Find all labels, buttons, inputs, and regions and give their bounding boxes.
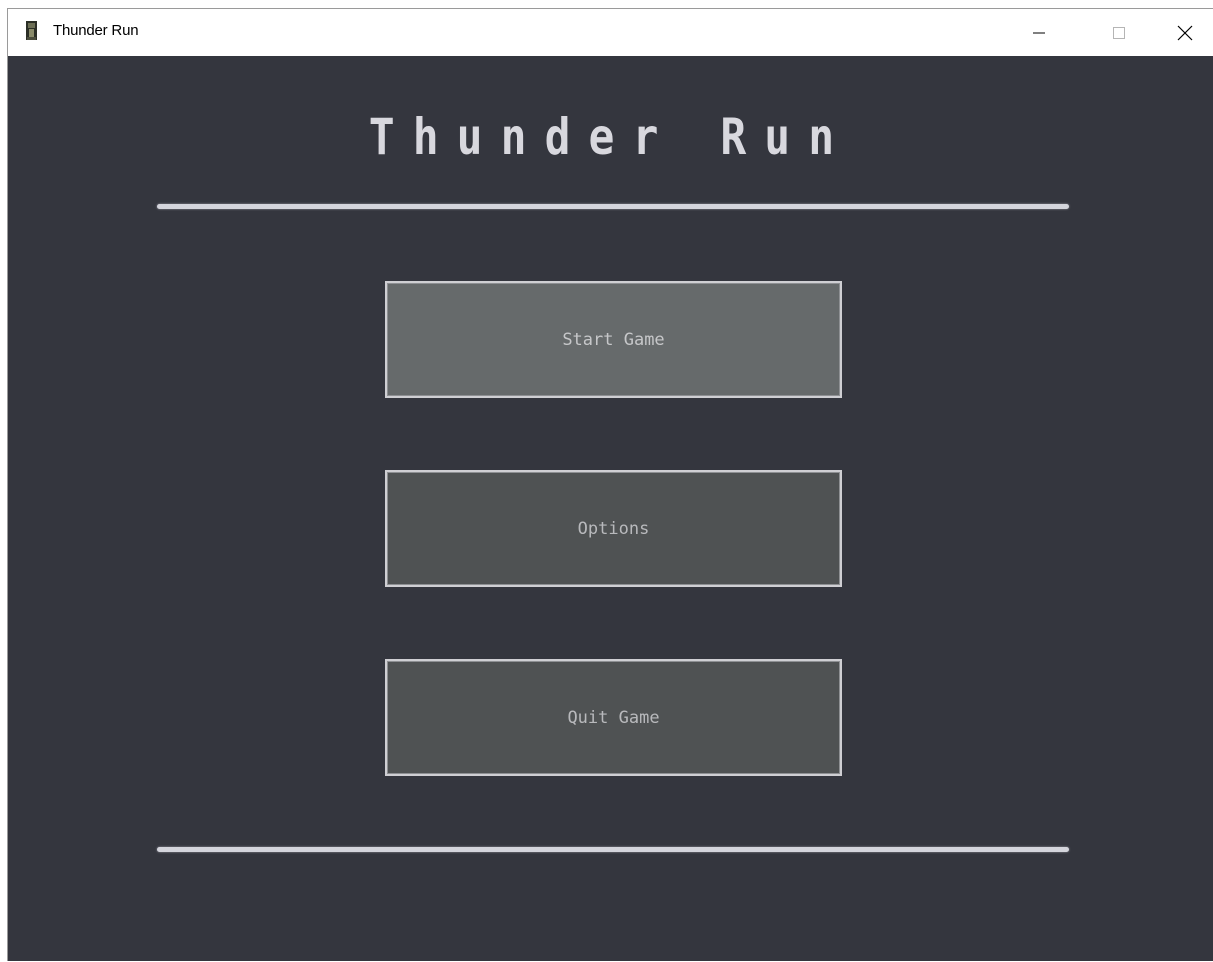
main-menu: Thunder Run Start Game Options Quit Game: [8, 56, 1213, 962]
window-titlebar[interactable]: Thunder Run: [8, 9, 1213, 56]
minimize-button[interactable]: [1016, 9, 1062, 56]
minimize-icon: [1033, 32, 1045, 33]
bottom-divider: [157, 847, 1069, 852]
game-window: Thunder Run Thunder Run Start Game Optio…: [7, 8, 1213, 961]
start-game-button[interactable]: Start Game: [385, 281, 842, 398]
close-button[interactable]: [1162, 9, 1208, 56]
maximize-button[interactable]: [1096, 9, 1142, 56]
top-divider: [157, 204, 1069, 209]
app-icon: [26, 21, 37, 40]
options-button[interactable]: Options: [385, 470, 842, 587]
close-icon: [1177, 25, 1193, 40]
game-title: Thunder Run: [368, 108, 853, 166]
maximize-icon: [1113, 26, 1125, 39]
quit-game-button[interactable]: Quit Game: [385, 659, 842, 776]
window-title: Thunder Run: [53, 22, 139, 39]
